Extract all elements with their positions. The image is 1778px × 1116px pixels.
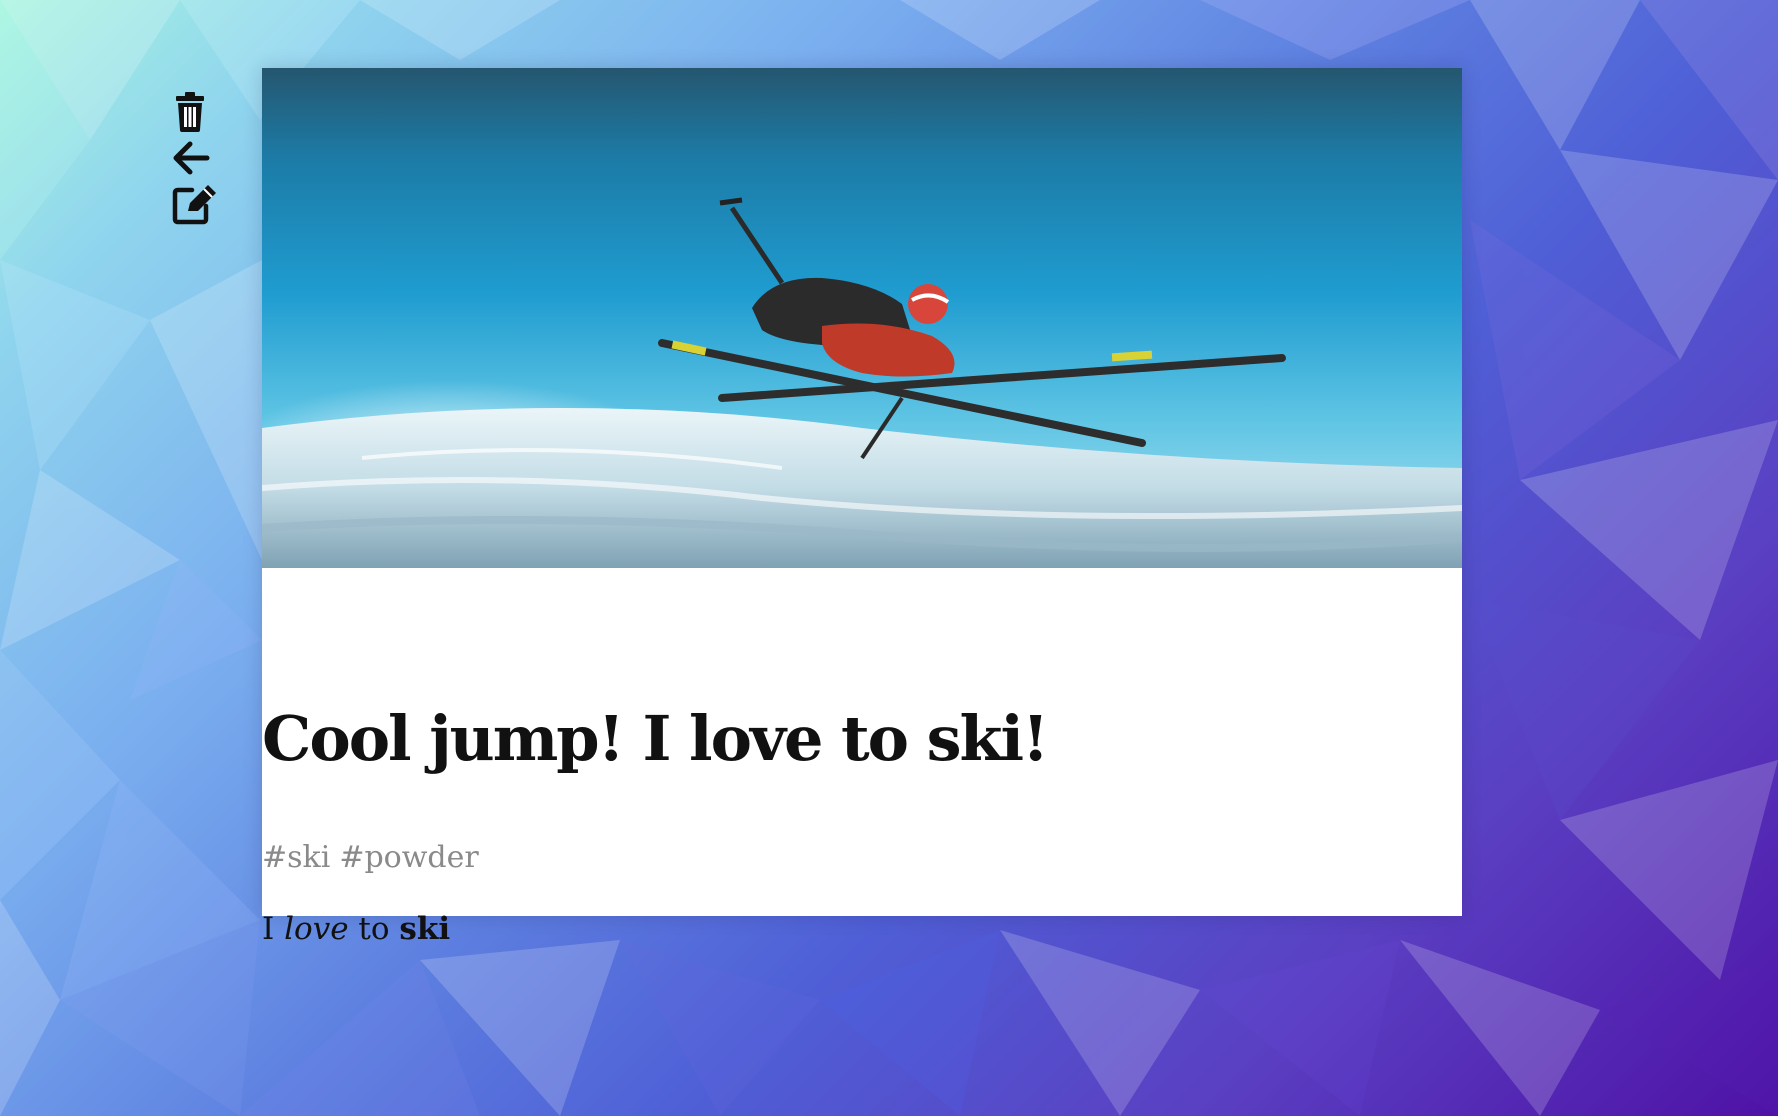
arrow-left-icon [173,141,210,175]
body-text-middle: to [348,911,400,947]
post-image [262,68,1462,568]
post-body: I love to ski [262,911,450,947]
delete-button[interactable] [172,92,220,132]
body-text-start: I [262,911,285,947]
edit-button[interactable] [172,184,220,225]
post-card: Cool jump! I love to ski! #ski #powder I … [262,68,1462,947]
back-button[interactable] [172,138,220,178]
body-text-bold: ski [399,911,451,947]
tag-powder[interactable]: #powder [339,840,478,875]
tag-ski[interactable]: #ski [262,840,330,875]
body-text-italic: love [284,911,349,947]
post-title: Cool jump! I love to ski! [262,702,1049,775]
trash-icon [176,92,204,132]
post-toolbar [172,92,226,225]
post-tags: #ski #powder [262,840,479,875]
edit-icon [172,185,216,225]
